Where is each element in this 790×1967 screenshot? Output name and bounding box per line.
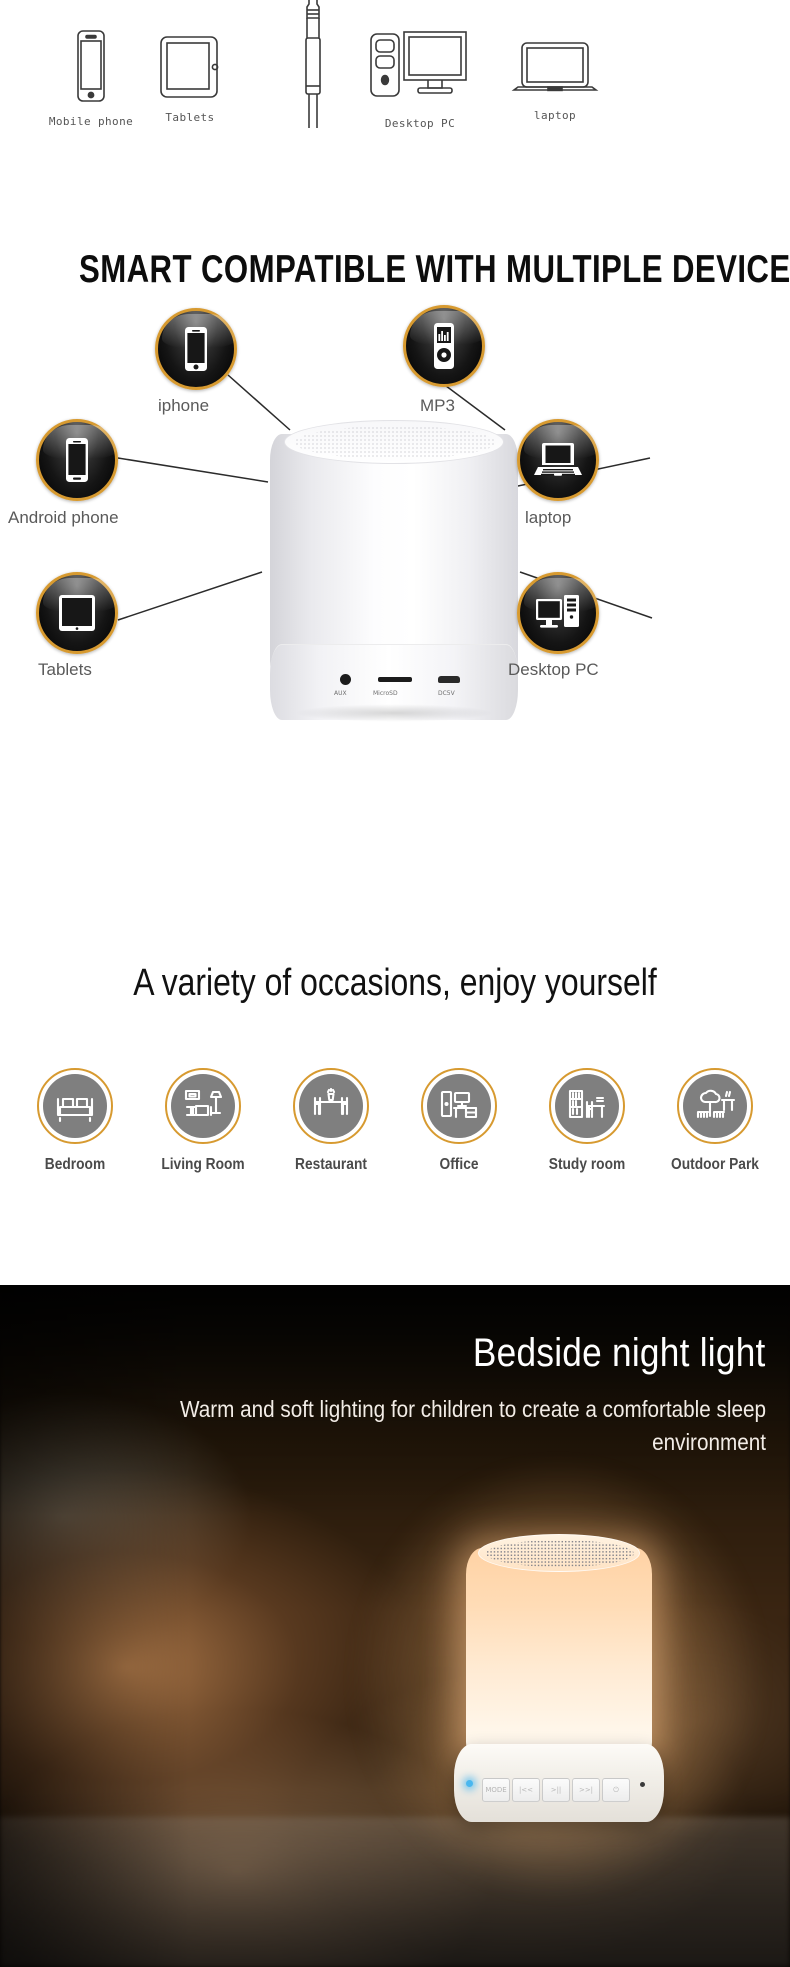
laptop-icon: [505, 40, 605, 103]
lamp-shade: [466, 1548, 652, 1768]
badge-label-desktop-pc: Desktop PC: [508, 660, 599, 679]
badge-mp3[interactable]: [403, 305, 485, 387]
occasion-ring: [421, 1068, 497, 1144]
occasion-label: Study room: [548, 1156, 626, 1173]
occasion-ring: [677, 1068, 753, 1144]
photo-title: Bedside night light: [473, 1331, 766, 1375]
occasion-ring: [37, 1068, 113, 1144]
badge-android-phone[interactable]: [36, 419, 118, 501]
port-label-microsd: MicroSD: [373, 690, 398, 697]
microphone-pinhole: [640, 1782, 645, 1787]
tablet-icon: [135, 34, 245, 105]
microsd-slot-port: [378, 677, 412, 682]
occasion-ring: [549, 1068, 625, 1144]
strip-device-mobile-phone: Mobile phone: [36, 28, 146, 128]
badge-label-iphone: iphone: [158, 396, 210, 415]
mode-button[interactable]: MODE: [482, 1778, 510, 1802]
badge-iphone[interactable]: [155, 308, 237, 390]
occasion-living-room[interactable]: Living Room: [151, 1068, 255, 1228]
strip-device-laptop: laptop: [505, 40, 605, 122]
strip-label: Tablets: [165, 111, 215, 124]
mp3-player-icon: [434, 323, 454, 369]
desktop-pc-icon: [536, 595, 579, 628]
occasion-restaurant[interactable]: Restaurant: [279, 1068, 383, 1228]
bluetooth-speaker-product: AUX MicroSD DC5V: [270, 418, 518, 722]
aux-plug-illustration: [283, 0, 343, 133]
power-button[interactable]: ⏻: [602, 1778, 630, 1802]
micro-usb-power-port: [438, 676, 460, 683]
iphone-icon: [185, 327, 207, 371]
port-label-dc5v: DC5V: [438, 690, 455, 697]
strip-label: Mobile phone: [48, 115, 134, 128]
badge-label-android-phone: Android phone: [8, 508, 119, 527]
android-phone-icon: [66, 438, 88, 482]
occasion-label: Restaurant: [295, 1156, 367, 1173]
bluetooth-led-indicator: [466, 1780, 473, 1787]
bookshelf-desk-icon: [568, 1089, 606, 1119]
port-label-aux: AUX: [334, 690, 347, 697]
photo-subtitle: Warm and soft lighting for children to c…: [179, 1396, 766, 1456]
strip-label: laptop: [533, 109, 577, 122]
lamp-top-face: [478, 1534, 640, 1572]
aux-plug-icon: [283, 0, 343, 133]
page-title: SMART COMPATIBLE WITH MULTIPLE DEVICES: [79, 248, 790, 291]
strip-label: Desktop PC: [384, 117, 456, 130]
badge-label-laptop: laptop: [525, 508, 572, 527]
aux-jack-port: [340, 674, 351, 685]
compatible-devices-strip: Mobile phone Tablets Desktop PC laptop: [0, 0, 790, 182]
speaker-grille-mesh: [295, 426, 495, 459]
occasion-label: Office: [439, 1156, 479, 1173]
desktop-pc-icon: [360, 26, 480, 111]
strip-device-tablets: Tablets: [135, 34, 245, 124]
occasion-label: Bedroom: [44, 1156, 106, 1173]
next-track-button[interactable]: >>|: [572, 1778, 600, 1802]
mobile-phone-icon: [36, 28, 146, 109]
strip-device-desktop-pc: Desktop PC: [360, 26, 480, 130]
office-desk-icon: [440, 1090, 478, 1119]
speaker-top-face: [284, 420, 504, 464]
occasion-outdoor-park[interactable]: Outdoor Park: [663, 1068, 767, 1228]
occasion-bedroom[interactable]: Bedroom: [23, 1068, 127, 1228]
occasion-label: Outdoor Park: [671, 1156, 759, 1173]
occasion-office[interactable]: Office: [407, 1068, 511, 1228]
badge-label-tablets: Tablets: [38, 660, 92, 679]
occasions-row: Bedroom Living Room Restaurant Office St…: [0, 1068, 790, 1228]
badge-desktop-pc[interactable]: [517, 572, 599, 654]
badge-laptop[interactable]: [517, 419, 599, 501]
laptop-icon: [534, 443, 582, 476]
product-detail-page: Mobile phone Tablets Desktop PC laptop S…: [0, 0, 790, 1967]
lamp-speaker-grille: [486, 1540, 634, 1567]
park-tree-icon: [696, 1089, 736, 1119]
occasion-study-room[interactable]: Study room: [535, 1068, 639, 1228]
product-shadow: [294, 704, 494, 722]
glowing-night-lamp: MODE |<< >|| >>| ⏻: [356, 1464, 760, 1894]
section-subtitle: A variety of occasions, enjoy yourself: [133, 962, 657, 1004]
previous-track-button[interactable]: |<<: [512, 1778, 540, 1802]
tablet-icon: [59, 595, 95, 631]
bed-icon: [56, 1097, 94, 1123]
badge-label-mp3: MP3: [420, 396, 455, 415]
play-pause-button[interactable]: >||: [542, 1778, 570, 1802]
sofa-lamp-icon: [184, 1089, 223, 1117]
occasion-label: Living Room: [161, 1156, 245, 1173]
occasion-ring: [165, 1068, 241, 1144]
compatibility-diagram: AUX MicroSD DC5V iphone MP3 Android phon…: [0, 300, 790, 940]
lamp-control-buttons[interactable]: MODE |<< >|| >>| ⏻: [482, 1778, 630, 1802]
occasion-ring: [293, 1068, 369, 1144]
dining-table-icon: [313, 1088, 349, 1116]
badge-tablets[interactable]: [36, 572, 118, 654]
speaker-ports: AUX MicroSD DC5V: [334, 674, 474, 708]
